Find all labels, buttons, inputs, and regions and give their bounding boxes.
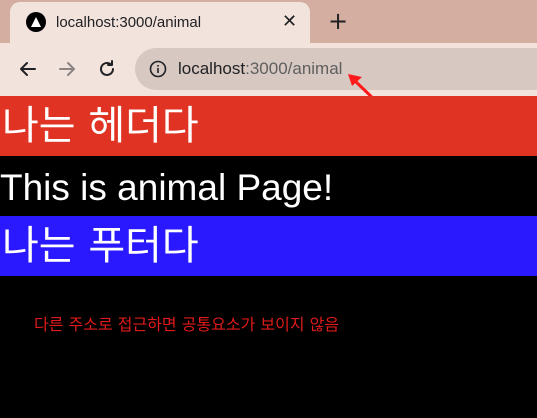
site-info-icon[interactable] (149, 60, 167, 78)
page-footer: 나는 푸터다 (0, 216, 537, 276)
url-text[interactable]: localhost:3000/animal (178, 59, 342, 79)
footer-text: 나는 푸터다 (2, 223, 199, 269)
page-header: 나는 헤더다 (0, 96, 537, 156)
address-bar[interactable]: localhost:3000/animal (135, 48, 537, 90)
nextjs-favicon-icon (26, 12, 46, 32)
header-text: 나는 헤더다 (2, 103, 199, 149)
close-tab-icon[interactable]: ✕ (282, 11, 297, 32)
url-host: localhost (178, 59, 246, 78)
back-icon[interactable] (14, 55, 42, 83)
forward-icon[interactable] (53, 55, 81, 83)
new-tab-button[interactable]: + (328, 8, 348, 34)
url-path: :3000/animal (245, 59, 343, 78)
annotation-note: 다른 주소로 접근하면 공통요소가 보이지 않음 (34, 315, 340, 334)
reload-icon[interactable] (93, 55, 121, 83)
browser-toolbar: localhost:3000/animal (0, 43, 537, 96)
main-heading: This is animal Page! (0, 167, 334, 208)
browser-tab[interactable]: localhost:3000/animal ✕ (10, 2, 310, 43)
page-main: This is animal Page! (0, 156, 537, 216)
tab-strip: localhost:3000/animal ✕ + (0, 0, 537, 43)
tab-title: localhost:3000/animal (56, 14, 202, 31)
